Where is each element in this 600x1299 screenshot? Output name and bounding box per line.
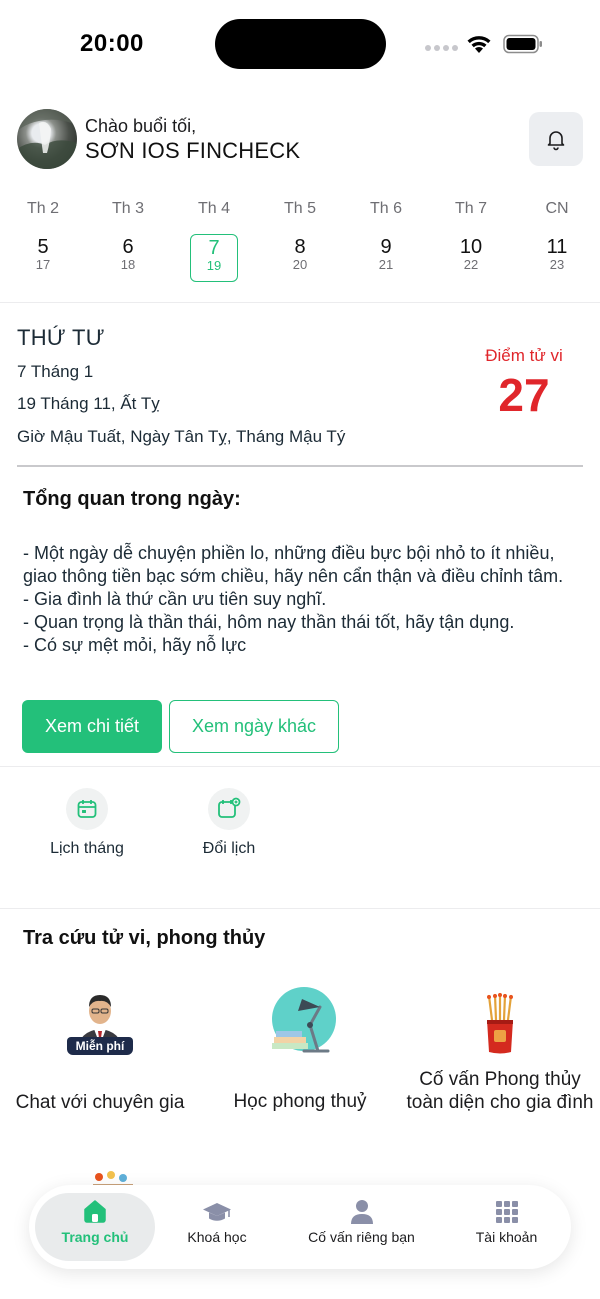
lunar-day: 22 [463,257,479,272]
tab-courses[interactable]: Khoá học [162,1193,272,1261]
overview-line: - Có sự mệt mỏi, hãy nỗ lực [23,635,247,655]
solar-day: 7 [208,237,220,259]
view-detail-button[interactable]: Xem chi tiết [22,700,162,753]
tab-label: Tài khoản [475,1229,538,1245]
week-strip: Th 2 5 17 Th 3 6 18 Th 4 7 19 Th 5 8 20 Th 6… [0,198,600,290]
wifi-icon [467,36,491,53]
day-of-week-title: THỨ TƯ [17,325,105,350]
shortcut-label: Lịch tháng [50,840,124,857]
weekday-label: Th 6 [369,200,402,217]
day-cell[interactable]: Th 3 6 18 [98,198,158,282]
tab-label: Khoá học [187,1229,247,1245]
weekday-label: Th 5 [283,200,316,217]
lunar-day: 17 [35,257,51,272]
status-time: 20:00 [80,30,144,57]
incense-icon [487,992,513,1054]
overview-line: - Quan trọng là thần thái, hôm nay thần … [23,612,515,632]
home-icon [84,1200,106,1223]
score-value: 27 [498,369,550,421]
day-cell-selected[interactable]: Th 4 7 19 [184,198,244,282]
overview-title: Tổng quan trong ngày: [23,488,241,510]
overview-line: - Một ngày dễ chuyện phiền lo, những điề… [23,543,564,586]
notification-button[interactable] [529,112,583,166]
solar-day: 10 [459,236,483,258]
can-chi-text: Giờ Mậu Tuất, Ngày Tân Tỵ, Tháng Mậu Tý [17,427,346,446]
lunar-day: 21 [378,257,394,272]
lookup-item-label: Học phong thuỷ [233,1091,367,1112]
tab-home[interactable]: Trang chủ [35,1193,155,1261]
weekday-label: Th 3 [111,200,144,217]
tab-account[interactable]: Tài khoản [454,1193,559,1261]
grid-icon [495,1201,518,1223]
bottom-tab-bar: Trang chủ Khoá học Cố vấn riêng bạn Tài … [29,1185,571,1269]
day-cell[interactable]: Th 6 9 21 [356,198,416,282]
monthly-calendar-shortcut[interactable]: Lịch tháng [32,788,142,858]
day-cell[interactable]: Th 2 5 17 [13,198,73,282]
convert-calendar-shortcut[interactable]: Đổi lịch [174,788,284,858]
person-icon [350,1200,373,1224]
home-screen: 20:00 Chào buổi tối, SƠN IOS FINCHECK Th… [0,0,600,1299]
lunar-date-text: 19 Tháng 11, Ất Tỵ [17,394,160,413]
desk-lamp-icon [272,987,336,1053]
section-divider [0,908,600,909]
tab-label: Trang chủ [61,1229,129,1245]
view-other-day-button[interactable]: Xem ngày khác [169,700,339,753]
overview-text: - Một ngày dễ chuyện phiền lo, những điề… [23,542,583,657]
free-badge: Miễn phí [67,1037,133,1055]
shortcut-label: Đổi lịch [202,840,256,857]
avatar[interactable] [17,109,77,169]
lunar-day: 23 [549,257,565,272]
status-bar: 20:00 [0,0,600,90]
tab-personal-advisor[interactable]: Cố vấn riêng bạn [289,1193,434,1261]
solar-day: 6 [122,236,134,258]
lookup-item-label: Cố vấn Phong thủy toàn diện cho gia đình [406,1069,594,1113]
user-name: SƠN IOS FINCHECK [85,138,301,163]
weekday-label: Th 4 [197,200,230,217]
greeting-text: Chào buổi tối, [85,116,197,136]
day-cell[interactable]: Th 5 8 20 [270,198,330,282]
dynamic-island [215,19,386,69]
solar-day: 5 [37,236,49,258]
partial-item-icon [93,1171,133,1186]
lunar-day: 18 [120,257,136,272]
chat-expert-item[interactable]: Miễn phí Chat với chuyên gia [0,985,200,1114]
lookup-item-label: Chat với chuyên gia [15,1092,185,1113]
section-divider [0,766,600,767]
weekday-label: CN [545,200,569,217]
day-cell[interactable]: CN 11 23 [527,198,587,282]
graduation-cap-icon [203,1203,231,1221]
lunar-day: 19 [206,258,222,273]
section-divider [0,302,600,303]
score-label: Điểm tử vi [485,346,563,365]
fengshui-advisor-item[interactable]: Cố vấn Phong thủy toàn diện cho gia đình [405,992,595,1114]
battery-icon [503,34,542,54]
weekday-label: Th 2 [26,200,59,217]
bell-icon [547,131,565,151]
overview-line: - Gia đình là thứ cần ưu tiên suy nghĩ. [23,589,327,609]
solar-day: 9 [380,236,392,258]
cellular-signal-icon [425,45,458,51]
learn-fengshui-item[interactable]: Học phong thuỷ [200,985,400,1113]
lunar-day: 20 [292,257,308,272]
lookup-section-title: Tra cứu tử vi, phong thủy [23,927,266,949]
solar-date-text: 7 Tháng 1 [17,362,94,381]
calendar-icon [77,800,97,818]
calendar-convert-icon [218,797,241,818]
solar-day: 11 [546,236,568,258]
weekday-label: Th 7 [454,200,487,217]
solar-day: 8 [294,236,306,258]
info-divider [17,465,583,467]
tab-label: Cố vấn riêng bạn [308,1229,415,1245]
day-cell[interactable]: Th 7 10 22 [441,198,501,282]
